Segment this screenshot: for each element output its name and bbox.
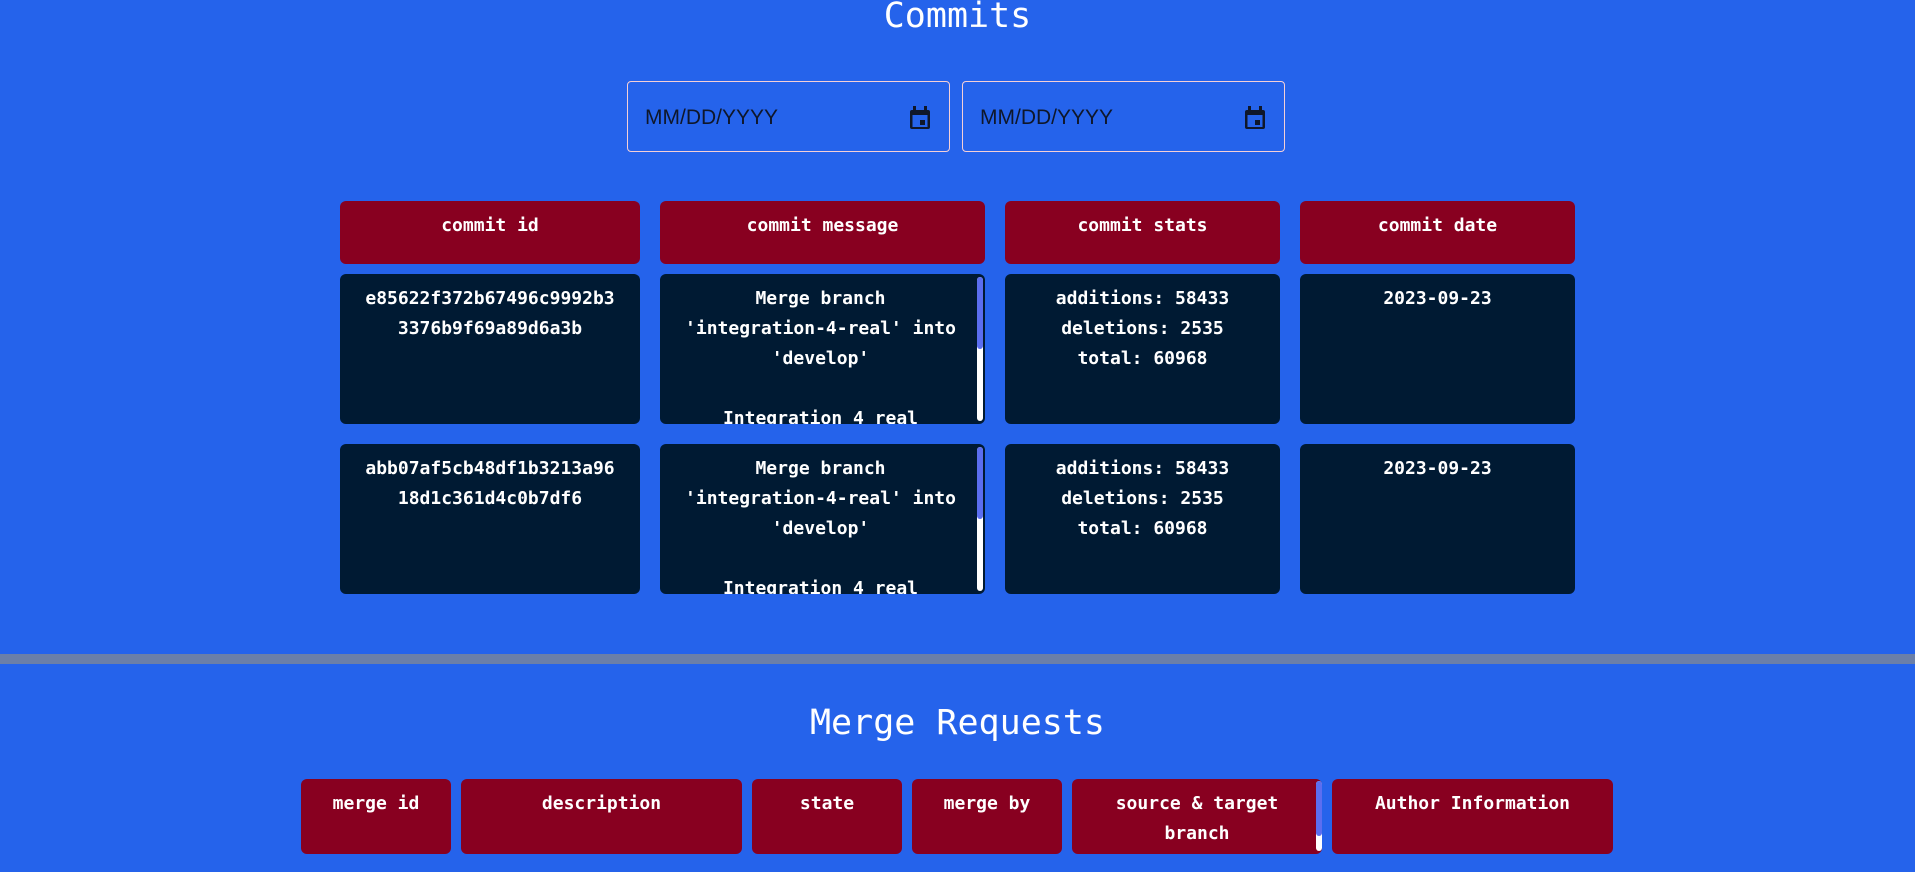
- end-date-placeholder: MM/DD/YYYY: [980, 106, 1114, 129]
- column-header-source-target-branch[interactable]: source & target branch: [1072, 779, 1322, 854]
- calendar-icon[interactable]: [1243, 105, 1267, 131]
- section-divider: [0, 654, 1915, 664]
- column-header-state: state: [752, 779, 902, 854]
- column-header-description: description: [461, 779, 742, 854]
- commit-id-cell: abb07af5cb48df1b3213a96 18d1c361d4c0b7df…: [340, 444, 640, 594]
- column-header-author-information: Author Information: [1332, 779, 1613, 854]
- scrollbar-thumb[interactable]: [977, 277, 983, 349]
- scrollbar-thumb[interactable]: [1316, 781, 1322, 836]
- commit-stats-cell: additions: 58433 deletions: 2535 total: …: [1005, 274, 1280, 424]
- column-header-commit-stats: commit stats: [1005, 201, 1280, 264]
- calendar-icon[interactable]: [908, 105, 932, 131]
- scrollbar-thumb[interactable]: [977, 447, 983, 519]
- start-date-placeholder: MM/DD/YYYY: [645, 106, 779, 129]
- column-header-source-target-branch-label: source & target branch: [1115, 793, 1279, 844]
- start-date-input[interactable]: MM/DD/YYYY: [627, 81, 950, 152]
- page: Commits MM/DD/YYYY MM/DD/YYYY commit id …: [0, 0, 1915, 872]
- commit-message-cell[interactable]: Merge branch 'integration-4-real' into '…: [660, 274, 985, 424]
- commit-date-cell: 2023-09-23: [1300, 274, 1575, 424]
- column-header-merge-by: merge by: [912, 779, 1062, 854]
- merge-requests-title: Merge Requests: [809, 703, 1105, 743]
- commit-message-scrollbar[interactable]: [977, 447, 983, 591]
- commit-date-cell: 2023-09-23: [1300, 444, 1575, 594]
- column-header-merge-id: merge id: [301, 779, 451, 854]
- commit-id-cell: e85622f372b67496c9992b3 3376b9f69a89d6a3…: [340, 274, 640, 424]
- commit-message-scrollbar[interactable]: [977, 277, 983, 421]
- commit-message-text: Merge branch 'integration-4-real' into '…: [685, 458, 956, 594]
- end-date-input[interactable]: MM/DD/YYYY: [962, 81, 1285, 152]
- commit-message-text: Merge branch 'integration-4-real' into '…: [685, 288, 956, 424]
- commits-title: Commits: [883, 0, 1032, 36]
- commit-stats-cell: additions: 58433 deletions: 2535 total: …: [1005, 444, 1280, 594]
- header-scrollbar[interactable]: [1316, 781, 1322, 851]
- column-header-commit-date: commit date: [1300, 201, 1575, 264]
- commit-message-cell[interactable]: Merge branch 'integration-4-real' into '…: [660, 444, 985, 594]
- column-header-commit-message: commit message: [660, 201, 985, 264]
- column-header-commit-id: commit id: [340, 201, 640, 264]
